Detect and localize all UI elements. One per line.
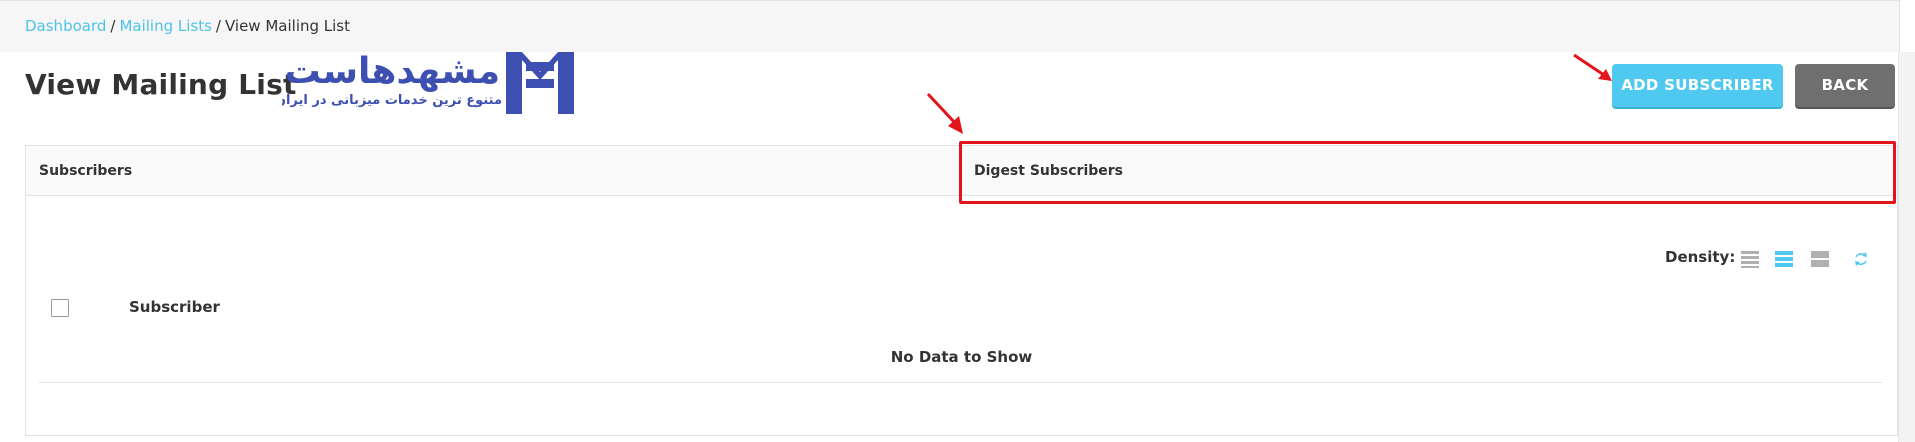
breadcrumb-dashboard-link[interactable]: Dashboard: [25, 17, 106, 35]
annotation-highlight-box: [959, 141, 1896, 204]
scrollbar[interactable]: [1898, 52, 1915, 442]
density-label: Density:: [1665, 248, 1736, 266]
logo-tagline: متنوع ترین خدمات میزبانی در ایران: [282, 93, 502, 108]
tab-subscribers[interactable]: Subscribers: [39, 146, 132, 196]
select-all-checkbox[interactable]: [51, 299, 69, 317]
column-header-subscriber[interactable]: Subscriber: [129, 298, 220, 316]
logo-name: مشهدهاست: [284, 52, 500, 92]
page-title: View Mailing List: [25, 68, 297, 101]
breadcrumb-separator: /: [215, 17, 221, 35]
empty-table-message: No Data to Show: [890, 348, 1033, 366]
breadcrumb: Dashboard / Mailing Lists / View Mailing Lis…: [25, 17, 350, 35]
company-logo: مشهدهاست متنوع ترین خدمات میزبانی در ایر…: [282, 52, 574, 114]
density-comfortable-icon[interactable]: [1810, 249, 1830, 269]
back-button[interactable]: BACK: [1795, 64, 1895, 107]
density-default-icon[interactable]: [1774, 249, 1794, 269]
refresh-icon[interactable]: [1853, 251, 1869, 267]
density-compact-icon[interactable]: [1740, 249, 1760, 269]
add-subscriber-button[interactable]: ADD SUBSCRIBER: [1612, 64, 1783, 107]
table-divider: [39, 382, 1882, 383]
breadcrumb-separator: /: [110, 17, 116, 35]
logo-mark-icon: [506, 52, 574, 114]
breadcrumb-current: View Mailing List: [224, 17, 351, 35]
breadcrumb-mailing-lists-link[interactable]: Mailing Lists: [119, 17, 211, 35]
annotation-arrow-icon: [926, 92, 963, 134]
annotation-arrow-icon: [1573, 53, 1612, 81]
breadcrumb-bar: Dashboard / Mailing Lists / View Mailing Lis…: [0, 0, 1900, 52]
